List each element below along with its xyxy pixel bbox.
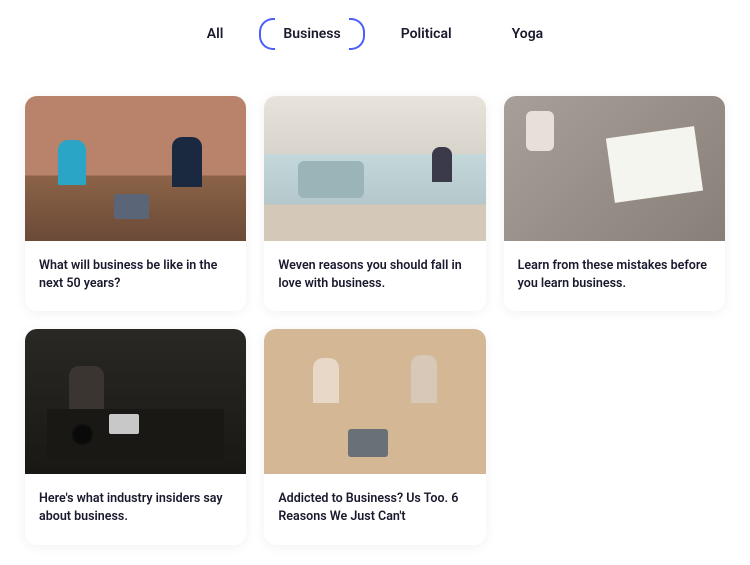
card-image [504,96,725,241]
card-grid: What will business be like in the next 5… [25,96,725,545]
card-title: Weven reasons you should fall in love wi… [278,257,471,293]
article-card[interactable]: Weven reasons you should fall in love wi… [264,96,485,311]
article-card[interactable]: Addicted to Business? Us Too. 6 Reasons … [264,329,485,544]
card-image [25,96,246,241]
card-title: Here's what industry insiders say about … [39,490,232,526]
card-body: Weven reasons you should fall in love wi… [264,241,485,311]
article-card[interactable]: Learn from these mistakes before you lea… [504,96,725,311]
tab-yoga[interactable]: Yoga [496,20,560,48]
tab-political[interactable]: Political [385,20,468,48]
card-body: What will business be like in the next 5… [25,241,246,311]
card-image [264,329,485,474]
card-body: Here's what industry insiders say about … [25,474,246,544]
card-image [25,329,246,474]
card-body: Addicted to Business? Us Too. 6 Reasons … [264,474,485,544]
tab-business[interactable]: Business [267,20,356,48]
article-card[interactable]: Here's what industry insiders say about … [25,329,246,544]
article-card[interactable]: What will business be like in the next 5… [25,96,246,311]
card-title: What will business be like in the next 5… [39,257,232,293]
card-body: Learn from these mistakes before you lea… [504,241,725,311]
tab-all[interactable]: All [191,20,240,48]
category-tabs: All Business Political Yoga [25,10,725,66]
card-title: Learn from these mistakes before you lea… [518,257,711,293]
card-image [264,96,485,241]
card-title: Addicted to Business? Us Too. 6 Reasons … [278,490,471,526]
